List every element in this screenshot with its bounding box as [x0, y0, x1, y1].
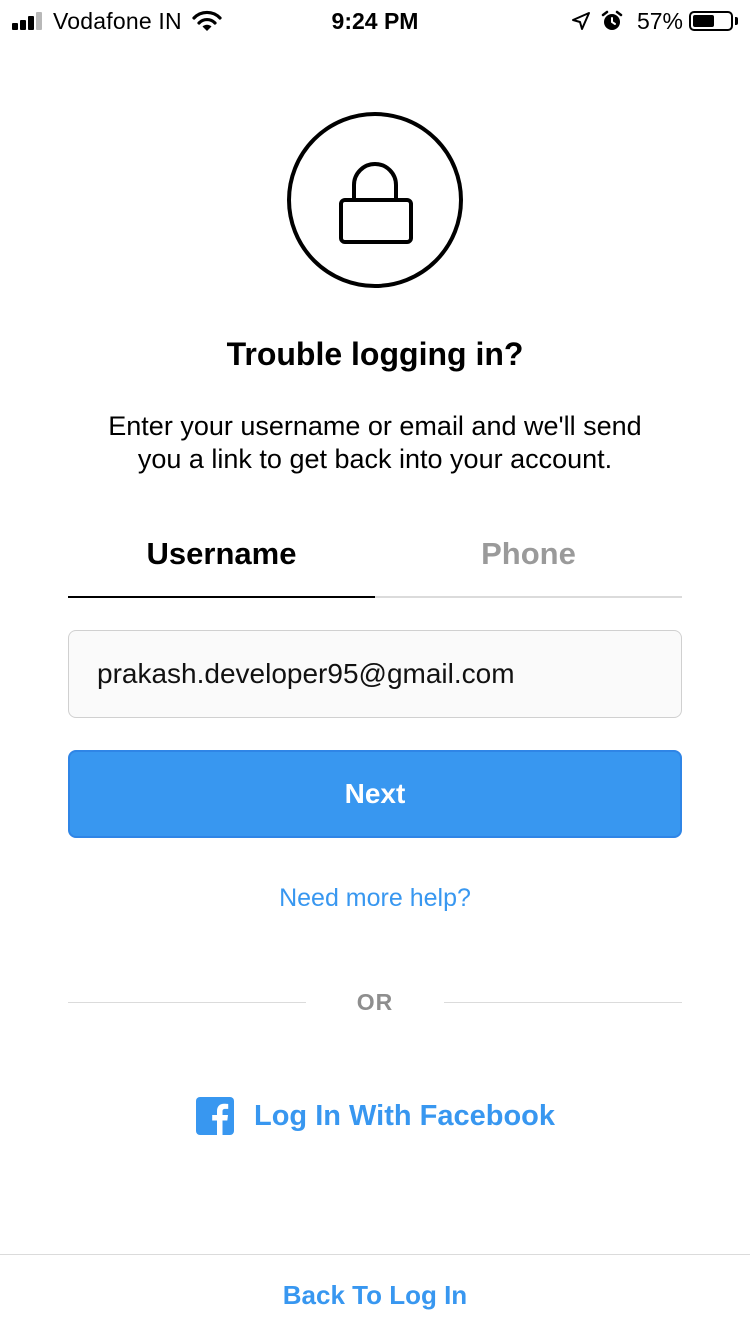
lock-icon — [287, 112, 463, 288]
facebook-icon — [196, 1097, 234, 1135]
location-icon — [571, 12, 590, 30]
divider-right — [444, 1002, 682, 1003]
facebook-login-label: Log In With Facebook — [254, 1099, 556, 1132]
battery-icon — [689, 11, 733, 31]
need-more-help-link[interactable]: Need more help? — [0, 880, 750, 916]
status-right: 57% — [571, 6, 738, 36]
page-title: Trouble logging in? — [226, 336, 524, 372]
tab-active-indicator — [68, 596, 375, 598]
username-field-container — [68, 630, 682, 718]
battery-nub — [735, 17, 738, 25]
login-method-tabs: Username Phone — [68, 530, 682, 598]
battery-fill — [693, 15, 714, 27]
alarm-icon — [601, 10, 623, 30]
status-bar: Vodafone IN 9:24 PM 57% — [0, 0, 750, 40]
battery-percent: 57% — [636, 7, 683, 34]
footer-divider — [0, 1254, 750, 1255]
tab-inactive-underline — [375, 596, 682, 598]
page-description: Enter your username or email and we'll s… — [108, 411, 642, 474]
tab-username[interactable]: Username — [68, 530, 375, 598]
back-to-login-link[interactable]: Back To Log In — [0, 1278, 750, 1312]
next-button[interactable]: Next — [68, 750, 682, 838]
tab-phone[interactable]: Phone — [375, 530, 682, 598]
facebook-login-button[interactable]: Log In With Facebook — [196, 1096, 555, 1136]
username-email-input[interactable] — [97, 631, 657, 716]
